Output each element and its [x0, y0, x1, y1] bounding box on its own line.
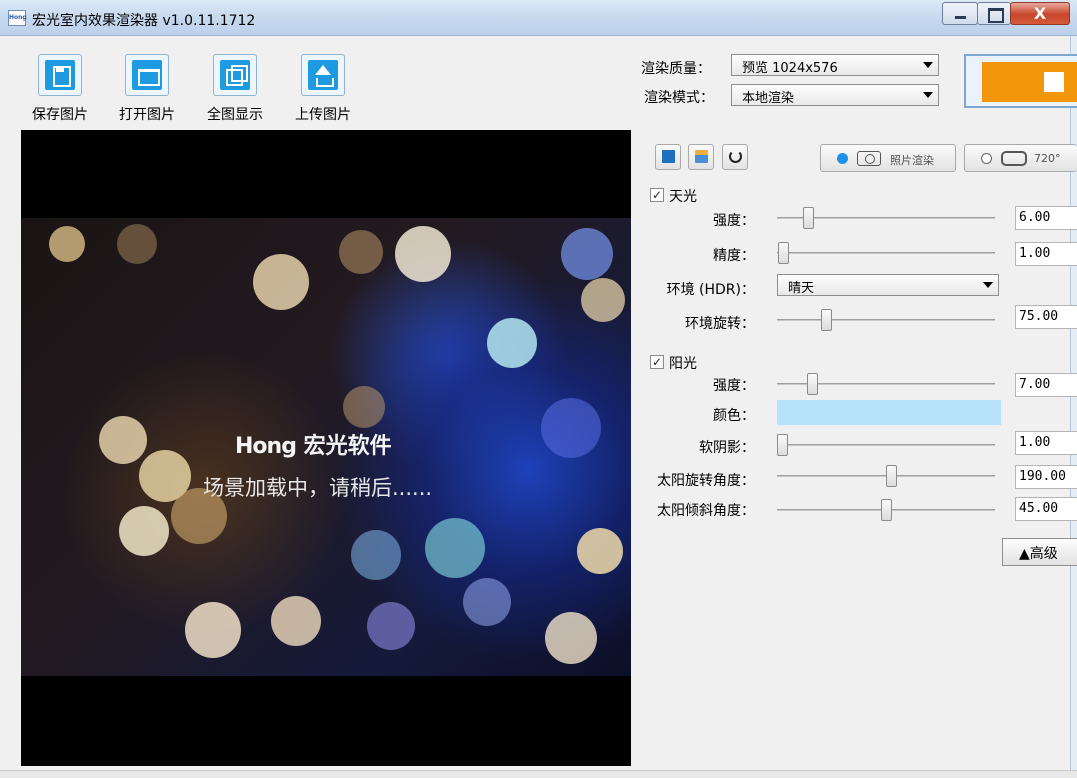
upload-icon: [301, 54, 345, 96]
render-mode-value: 本地渲染: [742, 91, 795, 106]
soft-shadow-input[interactable]: 1.00: [1015, 431, 1077, 455]
title-bar: Hong 宏光室内效果渲染器 v1.0.11.1712 X: [0, 0, 1077, 36]
sunlight-color-picker[interactable]: [777, 400, 1001, 425]
panorama-720-label: 720°: [1034, 152, 1061, 165]
fit-view-button[interactable]: 全图显示: [195, 54, 275, 124]
folder-open-icon: [125, 54, 169, 96]
skylight-intensity-input[interactable]: 6.00: [1015, 206, 1077, 230]
render-quality-select[interactable]: 预览 1024x576: [731, 54, 939, 76]
sun-tilt-label: 太阳倾斜角度：: [657, 503, 755, 519]
camera-icon: [857, 151, 881, 166]
sunlight-intensity-slider[interactable]: [777, 373, 995, 395]
refresh-icon: [729, 150, 742, 163]
sunlight-color-label: 颜色：: [713, 408, 755, 424]
sunlight-intensity-input[interactable]: 7.00: [1015, 373, 1077, 397]
fit-view-label: 全图显示: [207, 107, 263, 123]
save-settings-button[interactable]: [655, 144, 681, 170]
skylight-intensity-slider[interactable]: [777, 207, 995, 229]
environment-rotation-label: 环境旋转：: [685, 316, 755, 332]
photo-render-label: 照片渲染: [890, 154, 934, 167]
soft-shadow-slider[interactable]: [777, 434, 995, 456]
environment-hdr-select[interactable]: 晴天: [777, 274, 999, 296]
upload-image-label: 上传图片: [295, 107, 351, 123]
window-title: 宏光室内效果渲染器 v1.0.11.1712: [32, 13, 256, 29]
environment-rotation-input[interactable]: 75.00: [1015, 305, 1077, 329]
minimize-button[interactable]: [942, 2, 978, 25]
advanced-toggle-button[interactable]: ▲高级: [1002, 538, 1077, 566]
soft-shadow-label: 软阴影：: [699, 440, 755, 456]
render-mode-label: 渲染模式：: [644, 90, 714, 106]
reset-button[interactable]: [722, 144, 748, 170]
skylight-precision-input[interactable]: 1.00: [1015, 242, 1077, 266]
stop-icon: [1044, 72, 1064, 92]
slider-thumb[interactable]: [886, 465, 897, 487]
sunlight-intensity-label: 强度：: [713, 378, 755, 394]
save-image-label: 保存图片: [32, 107, 88, 123]
brand-logo-cn: 宏光软件: [303, 434, 392, 459]
upload-image-button[interactable]: 上传图片: [283, 54, 363, 124]
open-image-button[interactable]: 打开图片: [107, 54, 187, 124]
slider-thumb[interactable]: [778, 242, 789, 264]
maximize-button[interactable]: [977, 2, 1011, 25]
close-icon: X: [1033, 4, 1047, 23]
render-quality-label: 渲染质量：: [641, 61, 711, 77]
photo-render-tab[interactable]: 照片渲染: [820, 144, 956, 172]
status-bar: [0, 770, 1077, 778]
render-quality-value: 预览 1024x576: [742, 61, 838, 76]
slider-thumb[interactable]: [807, 373, 818, 395]
skylight-precision-label: 精度：: [713, 248, 755, 264]
radio-selected-icon: [837, 153, 848, 164]
chevron-down-icon: [923, 62, 933, 68]
sunlight-checkbox[interactable]: ✓: [650, 355, 664, 369]
skylight-precision-slider[interactable]: [777, 242, 995, 264]
sun-rotation-input[interactable]: 190.00: [1015, 465, 1077, 489]
fit-view-icon: [213, 54, 257, 96]
chevron-down-icon: [923, 92, 933, 98]
save-icon: [38, 54, 82, 96]
slider-thumb[interactable]: [803, 207, 814, 229]
vr-goggles-icon: [1001, 151, 1027, 166]
environment-hdr-label: 环境 (HDR)：: [666, 282, 755, 298]
close-button[interactable]: X: [1010, 2, 1070, 25]
render-stop-button[interactable]: [964, 54, 1077, 108]
sun-tilt-input[interactable]: 45.00: [1015, 497, 1077, 521]
slider-thumb[interactable]: [881, 499, 892, 521]
skylight-label: 天光: [669, 189, 697, 205]
open-image-label: 打开图片: [119, 107, 175, 123]
radio-unselected-icon: [981, 153, 992, 164]
brand-logo: Hong 宏光软件: [235, 428, 392, 460]
open-file-icon: [695, 150, 708, 163]
brand-logo-en: Hong: [235, 434, 297, 459]
environment-hdr-value: 晴天: [788, 281, 815, 296]
floppy-save-icon: [662, 150, 675, 163]
loading-message: 场景加载中，请稍后......: [203, 476, 433, 500]
sun-rotation-label: 太阳旋转角度：: [657, 473, 755, 489]
load-settings-button[interactable]: [688, 144, 714, 170]
slider-thumb[interactable]: [777, 434, 788, 456]
save-image-button[interactable]: 保存图片: [20, 54, 100, 124]
sun-rotation-slider[interactable]: [777, 465, 995, 487]
render-mode-select[interactable]: 本地渲染: [731, 84, 939, 106]
app-logo-icon: Hong: [8, 10, 27, 26]
environment-rotation-slider[interactable]: [777, 309, 995, 331]
skylight-checkbox[interactable]: ✓: [650, 188, 664, 202]
render-viewport[interactable]: Hong 宏光软件 场景加载中，请稍后......: [21, 130, 631, 766]
sunlight-label: 阳光: [669, 356, 697, 372]
panorama-720-tab[interactable]: 720°: [964, 144, 1077, 172]
sun-tilt-slider[interactable]: [777, 499, 995, 521]
chevron-down-icon: [983, 282, 993, 288]
slider-thumb[interactable]: [821, 309, 832, 331]
skylight-intensity-label: 强度：: [713, 213, 755, 229]
